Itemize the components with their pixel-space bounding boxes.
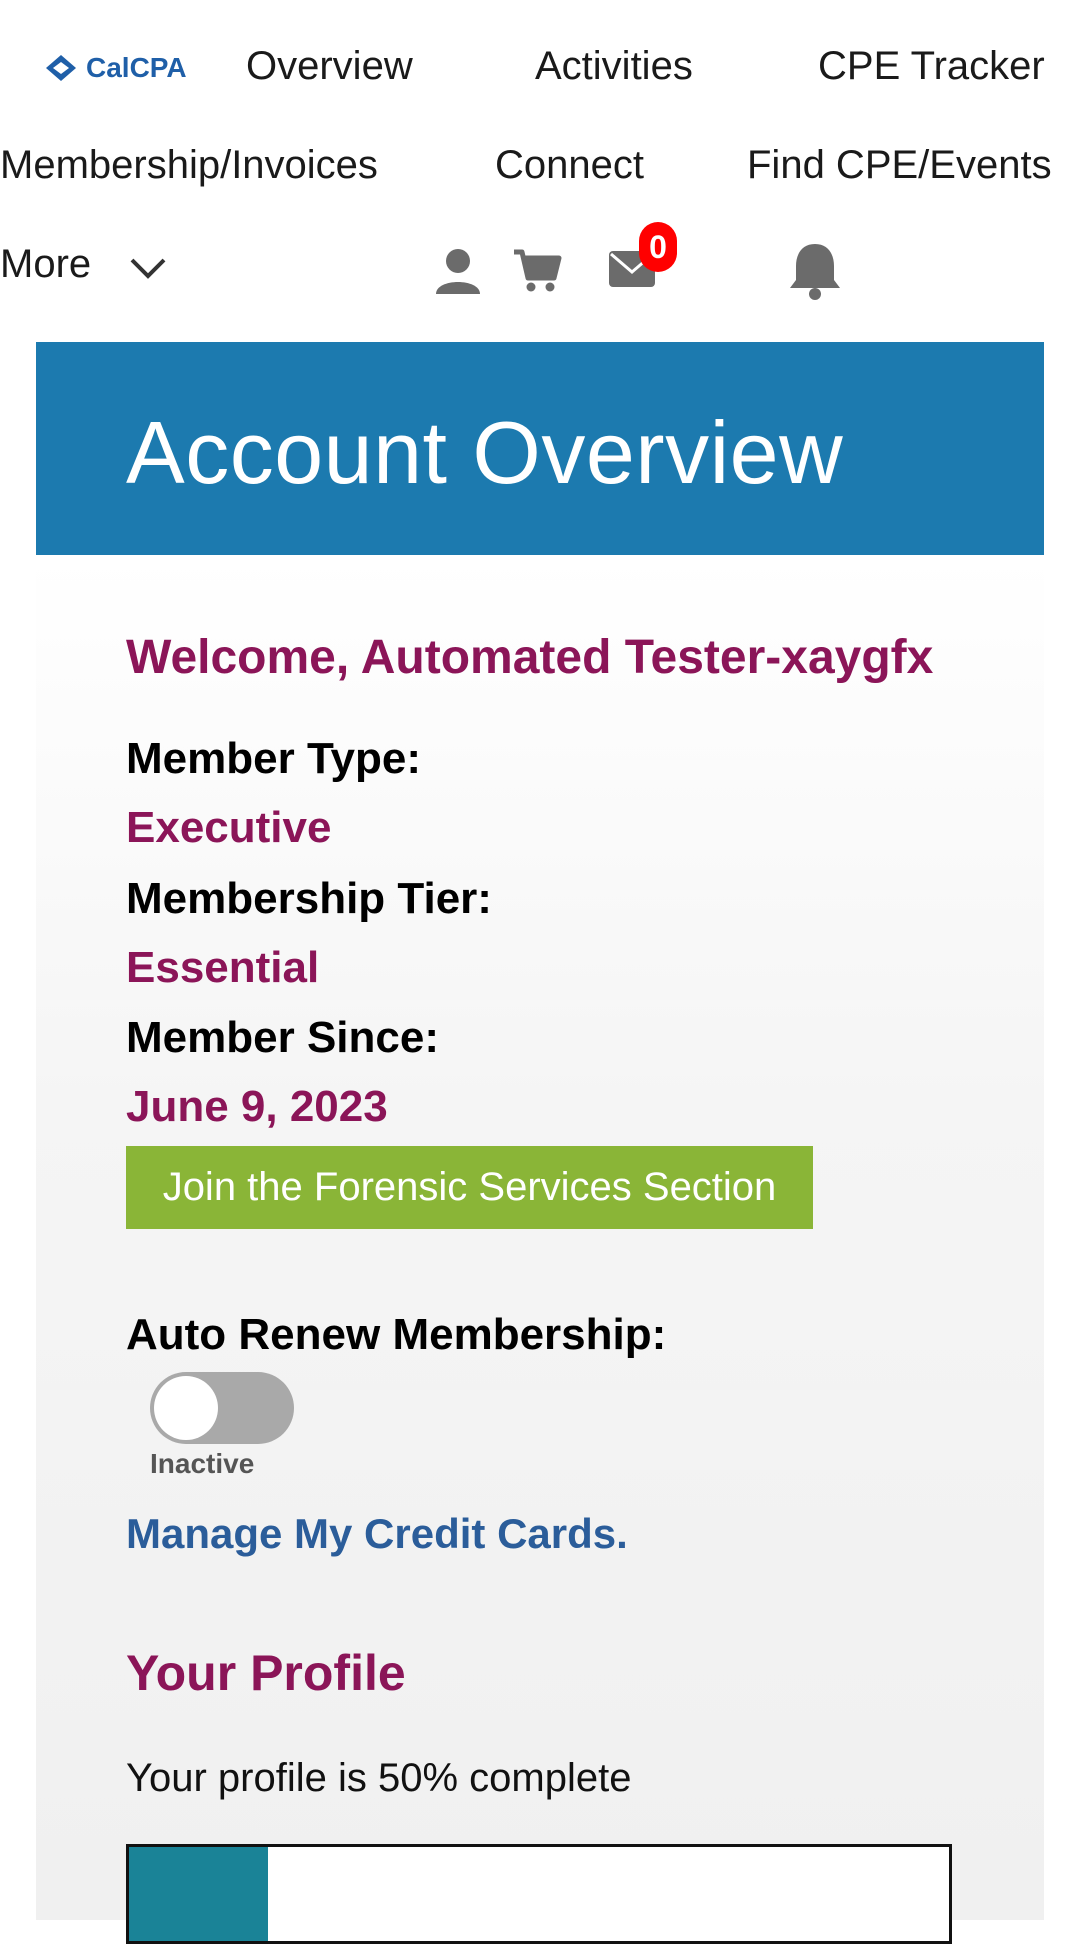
logo-text: CalCPA <box>86 52 187 83</box>
membership-tier-label: Membership Tier: <box>126 874 492 923</box>
profile-heading: Your Profile <box>126 1645 406 1701</box>
manage-credit-cards-link[interactable]: Manage My Credit Cards. <box>126 1510 628 1558</box>
nav-cpe-tracker[interactable]: CPE Tracker <box>818 42 1045 90</box>
nav-connect[interactable]: Connect <box>495 141 644 189</box>
membership-tier-value: Essential <box>126 943 320 992</box>
nav-find-cpe-events[interactable]: Find CPE/Events <box>747 141 1052 189</box>
auto-renew-label: Auto Renew Membership: <box>126 1310 667 1359</box>
member-type-label: Member Type: <box>126 734 422 783</box>
profile-progress-bar <box>126 1844 952 1944</box>
mail-badge: 0 <box>639 222 677 272</box>
member-since-label: Member Since: <box>126 1013 439 1062</box>
nav-membership-invoices[interactable]: Membership/Invoices <box>0 141 378 189</box>
nav-more[interactable]: More <box>0 240 91 288</box>
auto-renew-toggle[interactable] <box>150 1372 294 1444</box>
toggle-knob <box>154 1376 218 1440</box>
nav-overview[interactable]: Overview <box>246 42 413 90</box>
profile-completion-text: Your profile is 50% complete <box>126 1756 632 1800</box>
nav-activities[interactable]: Activities <box>535 42 693 90</box>
logo-diamond-icon <box>46 55 76 81</box>
welcome-heading: Welcome, Automated Tester-xaygfx <box>126 631 934 684</box>
member-type-value: Executive <box>126 803 332 852</box>
account-banner: Account Overview <box>36 342 1044 555</box>
member-since-value: June 9, 2023 <box>126 1082 388 1131</box>
auto-renew-status: Inactive <box>150 1448 255 1479</box>
join-forensic-section-button[interactable]: Join the Forensic Services Section <box>126 1146 813 1229</box>
profile-progress-fill <box>129 1847 269 1941</box>
chevron-down-icon[interactable] <box>128 252 168 282</box>
calcpa-logo[interactable]: CalCPA <box>44 52 187 84</box>
bell-icon[interactable] <box>786 240 844 300</box>
page-title: Account Overview <box>126 403 844 502</box>
cart-icon[interactable] <box>512 246 562 294</box>
user-icon[interactable] <box>434 246 482 294</box>
